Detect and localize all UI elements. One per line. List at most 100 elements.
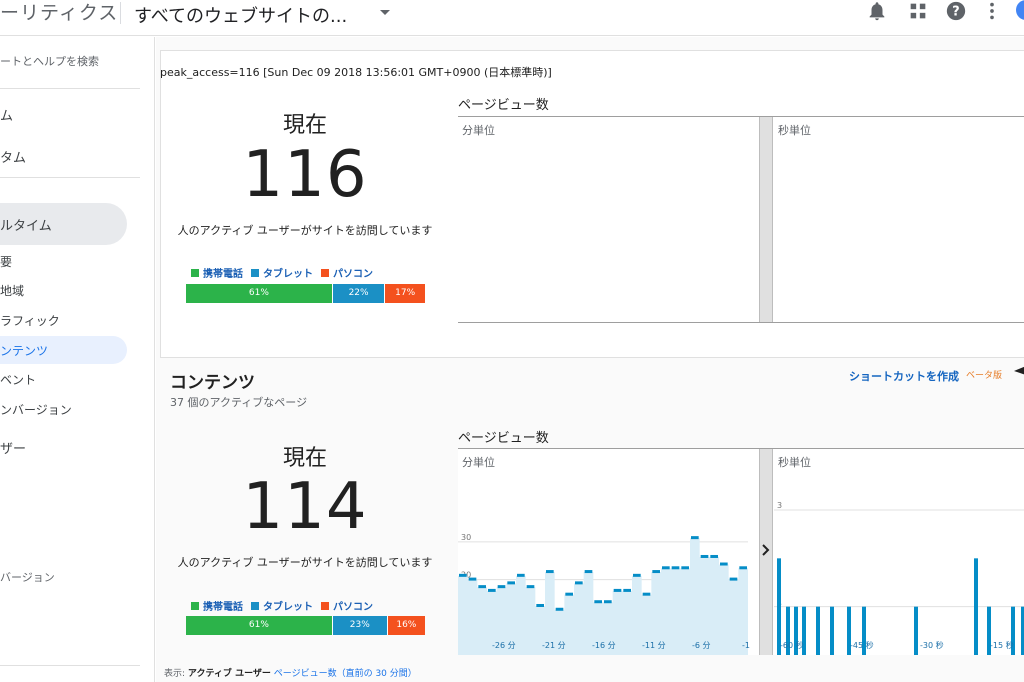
chevron-down-icon[interactable] — [380, 10, 390, 15]
avatar[interactable] — [1016, 0, 1024, 20]
y-tick-label: 3 — [777, 501, 782, 510]
content-per-minute-label: 分単位 — [462, 456, 495, 469]
per-minute-chart: 102030-26 分-21 分-16 分-11 分-6 分-1 — [458, 533, 750, 655]
legend-swatch — [251, 601, 259, 610]
bell-icon[interactable] — [866, 0, 888, 22]
device-share-desktop: 16% — [386, 616, 425, 635]
device-share-mobile: 61% — [186, 616, 332, 635]
sidebar-item-events[interactable]: ベント — [0, 371, 36, 388]
data-point — [575, 581, 583, 585]
x-tick-label: -11 分 — [642, 641, 666, 650]
apps-grid-icon[interactable] — [907, 0, 929, 22]
sidebar-item-locations[interactable]: 地域 — [0, 282, 24, 299]
data-point — [671, 566, 680, 570]
content-active-count: 114 — [242, 470, 368, 544]
peak-access-text: peak_access=116 [Sun Dec 09 2018 13:56:0… — [160, 66, 552, 79]
sidebar: ートとヘルプを検索 ム タム ルタイム 要 地域 ラフィック ンテンツ ベント … — [0, 37, 155, 682]
property-selector[interactable]: すべてのウェブサイトの... — [134, 2, 347, 28]
legend-swatch — [321, 268, 329, 277]
chevron-right-icon[interactable] — [761, 543, 771, 557]
data-point — [478, 585, 486, 589]
sidebar-item-conversions-2[interactable]: バージョン — [0, 569, 55, 585]
content-per-second-label: 秒単位 — [778, 456, 811, 469]
content-device-legend: 携帯電話 タブレット パソコン — [191, 598, 373, 613]
legend-mobile: 携帯電話 — [191, 598, 243, 613]
top-bar: ーリティクス すべてのウェブサイトの... ? — [0, 0, 1024, 36]
device-share-tablet: 23% — [331, 616, 387, 635]
sidebar-item-overview[interactable]: 要 — [0, 253, 12, 270]
data-point — [662, 566, 670, 570]
data-point — [633, 573, 641, 577]
x-tick-label: -26 分 — [492, 641, 516, 650]
create-shortcut-link[interactable]: ショートカットを作成 — [849, 368, 959, 384]
data-point — [497, 585, 506, 589]
data-point — [594, 600, 602, 604]
per-second-label: 秒単位 — [778, 124, 811, 137]
app-title: ーリティクス — [0, 2, 119, 24]
legend-tablet: タブレット — [251, 598, 313, 613]
pageviews-title: ページビュー数 — [458, 98, 549, 113]
data-bar — [816, 606, 820, 655]
content-pageviews-title: ページビュー数 — [458, 431, 549, 446]
help-icon[interactable]: ? — [945, 0, 967, 22]
data-point — [507, 581, 515, 585]
legend-tablet: タブレット — [251, 265, 313, 280]
sidebar-item-content[interactable]: ンテンツ — [0, 342, 48, 359]
pointer-icon — [1014, 366, 1024, 375]
sidebar-item-traffic[interactable]: ラフィック — [0, 312, 60, 329]
sidebar-item-home[interactable]: ム — [0, 105, 13, 124]
beta-badge: ベータ版 — [966, 371, 1003, 381]
data-point — [729, 577, 738, 581]
display-active-users[interactable]: アクティブ ユーザー — [188, 669, 271, 679]
sidebar-item-conversions[interactable]: ンバージョン — [0, 401, 72, 418]
top-bar-divider — [120, 2, 121, 24]
data-point — [681, 566, 689, 570]
x-tick-label: -16 分 — [592, 641, 616, 650]
data-point — [623, 588, 631, 592]
legend-mobile: 携帯電話 — [191, 265, 243, 280]
device-share-tablet: 22% — [331, 284, 385, 303]
x-tick-label: -15 秒 — [990, 640, 1014, 650]
device-legend: 携帯電話 タブレット パソコン — [191, 265, 373, 280]
help-search-input[interactable]: ートとヘルプを検索 — [0, 53, 99, 69]
display-pageviews-link[interactable]: ページビュー数（直前の 30 分間） — [274, 669, 417, 679]
sidebar-item-realtime[interactable]: ルタイム — [0, 215, 52, 234]
sidebar-item-audience[interactable]: ザー — [0, 438, 26, 457]
legend-swatch — [321, 601, 329, 610]
data-point — [517, 573, 525, 577]
legend-desktop: パソコン — [321, 598, 373, 613]
display-toggle-row: 表示: アクティブ ユーザー ページビュー数（直前の 30 分間） — [164, 666, 417, 679]
data-point — [555, 607, 564, 611]
x-tick-label: -30 秒 — [920, 640, 944, 650]
page: ーリティクス すべてのウェブサイトの... ? ートとヘルプを検索 ム タム ル… — [0, 0, 1024, 682]
legend-desktop: パソコン — [321, 265, 373, 280]
data-bar — [830, 606, 834, 655]
content-title: コンテンツ — [170, 373, 255, 393]
content-now-label: 現在 — [282, 446, 327, 471]
data-point — [546, 570, 554, 574]
data-point — [526, 585, 535, 589]
data-point — [584, 570, 593, 574]
data-point — [488, 588, 496, 592]
more-vert-icon[interactable] — [981, 0, 1003, 22]
pageviews-separator — [759, 117, 773, 322]
x-tick-label: -21 分 — [542, 641, 566, 650]
data-point — [565, 592, 573, 596]
per-minute-label: 分単位 — [462, 124, 495, 137]
y-tick-label: 30 — [461, 533, 471, 542]
x-tick-label: -60 秒 — [780, 640, 804, 650]
svg-text:?: ? — [952, 5, 959, 20]
legend-swatch — [191, 601, 199, 610]
content-active-description: 人のアクティブ ユーザーがサイトを訪問しています — [177, 556, 433, 569]
legend-swatch — [191, 268, 199, 277]
data-point — [652, 570, 660, 574]
sidebar-item-custom[interactable]: タム — [0, 147, 26, 166]
display-label: 表示: — [164, 669, 186, 679]
active-users-description: 人のアクティブ ユーザーがサイトを訪問しています — [177, 224, 433, 237]
data-bar — [974, 558, 978, 655]
pageviews-chart-box — [458, 116, 1024, 322]
data-bar — [914, 606, 918, 655]
content-device-share-bar: 61% 23% 16% — [186, 616, 425, 635]
data-point — [613, 588, 622, 592]
data-point — [710, 554, 718, 558]
